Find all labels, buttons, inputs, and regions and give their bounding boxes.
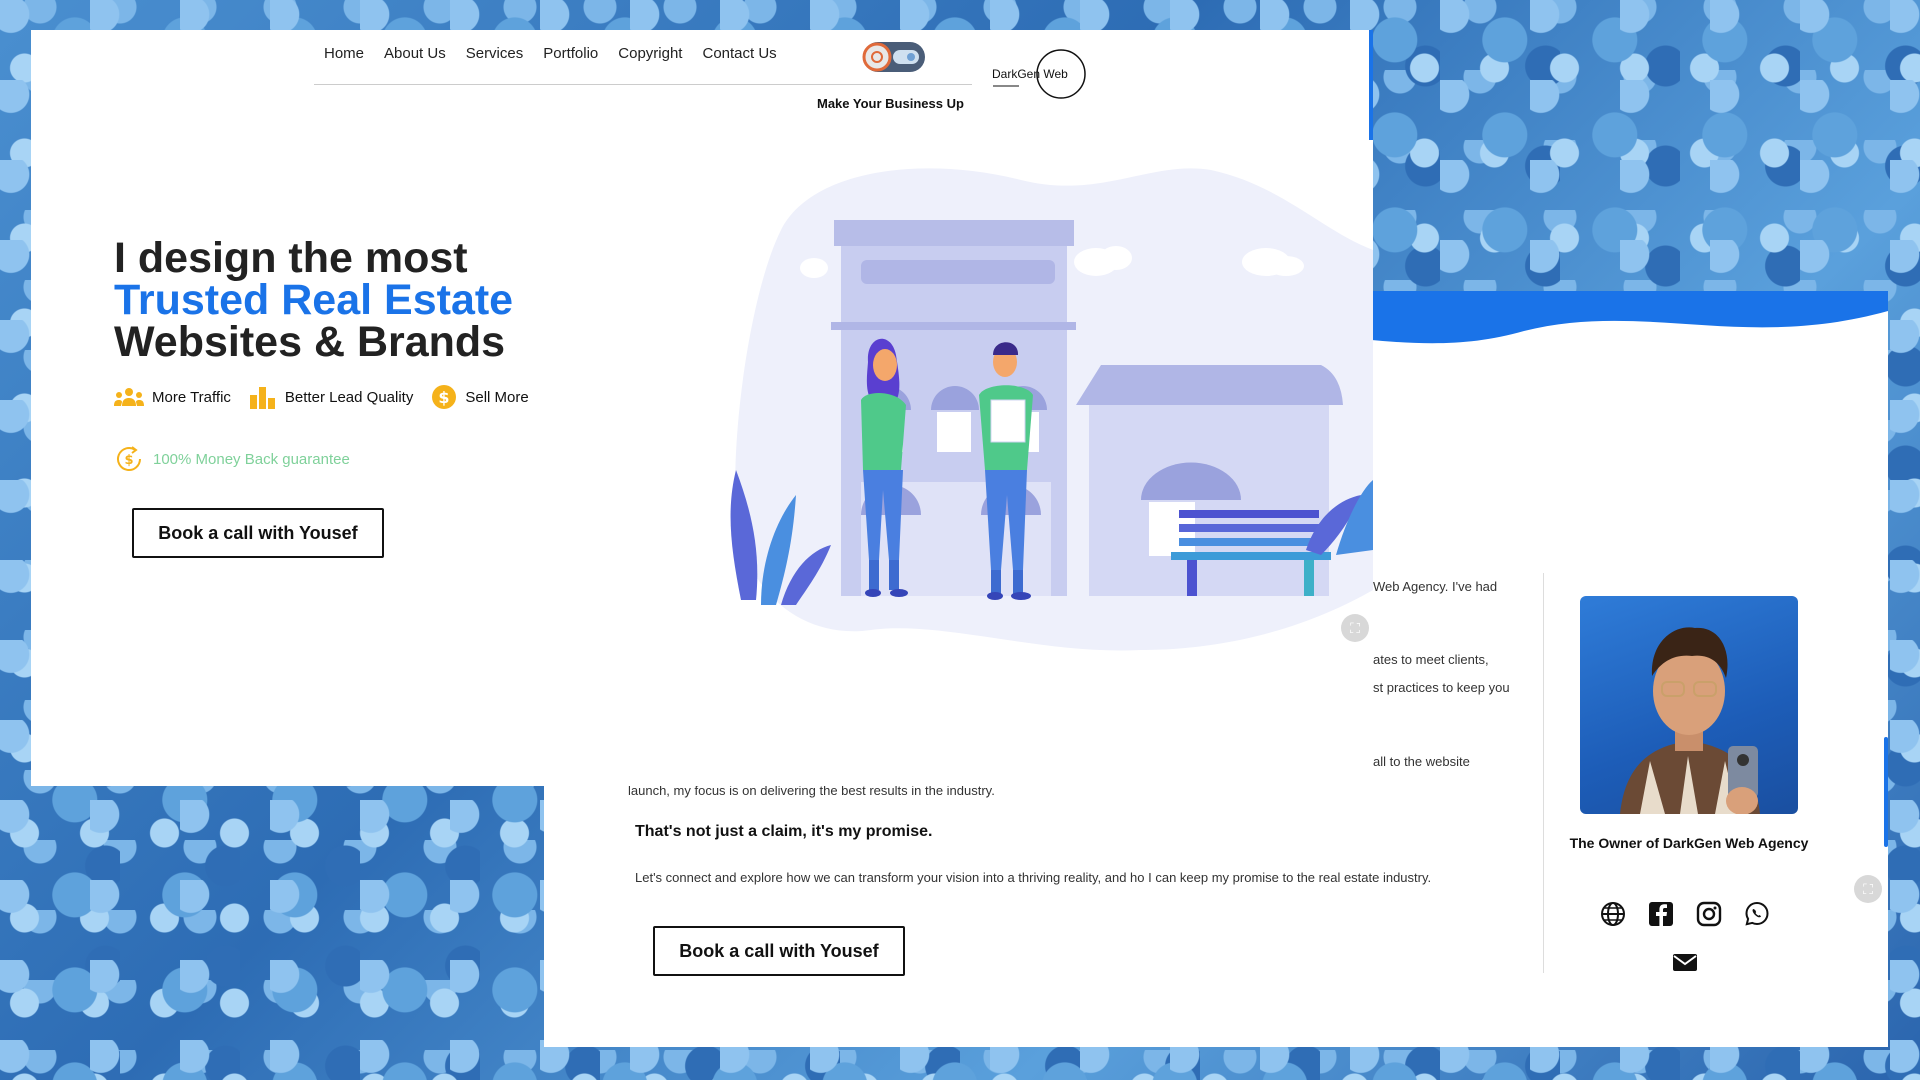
column-divider	[1543, 573, 1544, 973]
scrollbar-thumb[interactable]	[1884, 737, 1888, 847]
svg-text:$: $	[124, 453, 133, 468]
bar-chart-icon	[249, 387, 275, 409]
money-back-icon: $	[117, 446, 141, 471]
hero-section-window: Home About Us Services Portfolio Copyrig…	[31, 30, 1373, 786]
book-call-button[interactable]: Book a call with Yousef	[132, 508, 384, 558]
guarantee-label: 100% Money Back guarantee	[153, 450, 350, 468]
nav-home[interactable]: Home	[314, 40, 374, 68]
scan-icon[interactable]: ⛶	[1341, 614, 1369, 642]
owner-caption: The Owner of DarkGen Web Agency	[1569, 835, 1809, 851]
promise-heading: That's not just a claim, it's my promise…	[635, 823, 933, 840]
hero-title-line: I design the most	[114, 234, 468, 282]
feature-label: Better Lead Quality	[284, 388, 414, 406]
hero-title-accent: Trusted Real Estate	[114, 276, 514, 324]
feature-item: $ Sell More	[431, 384, 529, 410]
whatsapp-icon[interactable]	[1744, 901, 1770, 927]
nav-portfolio[interactable]: Portfolio	[533, 40, 608, 68]
nav-copyright[interactable]: Copyright	[608, 40, 692, 68]
nav-divider	[314, 84, 972, 85]
scrollbar-thumb[interactable]	[1369, 30, 1373, 140]
bio-fragment: ates to meet clients,	[1373, 652, 1489, 667]
facebook-icon[interactable]	[1648, 901, 1674, 927]
feature-label: More Traffic	[152, 388, 231, 406]
scan-icon[interactable]: ⛶	[1854, 875, 1882, 903]
feature-item: More Traffic	[114, 387, 231, 407]
bio-fragment: st practices to keep you	[1373, 680, 1510, 695]
instagram-icon[interactable]	[1696, 901, 1722, 927]
globe-icon[interactable]	[1600, 901, 1626, 927]
main-nav: Home About Us Services Portfolio Copyrig…	[314, 40, 787, 68]
nav-services[interactable]: Services	[456, 40, 534, 68]
bio-fragment: Web Agency. I've had	[1373, 579, 1498, 594]
nav-contact-us[interactable]: Contact Us	[692, 40, 786, 68]
connect-paragraph: Let's connect and explore how we can tra…	[635, 870, 1432, 885]
owner-photo	[1580, 596, 1798, 814]
email-icon[interactable]	[1672, 949, 1698, 975]
feature-label: Sell More	[465, 388, 529, 406]
hero-headline: I design the most Trusted Real Estate We…	[114, 234, 514, 366]
real-estate-illustration	[730, 168, 1373, 651]
bio-fragment: all to the website	[1373, 754, 1470, 769]
dollar-coin-icon: $	[432, 385, 457, 409]
money-back-guarantee: $ 100% Money Back guarantee	[114, 444, 350, 474]
brand-logo-text: DarkGen Web	[992, 67, 1068, 81]
logo-icon[interactable]	[859, 36, 929, 76]
feature-item: Better Lead Quality	[249, 385, 413, 409]
tagline: Make Your Business Up	[817, 96, 964, 111]
feature-list: More Traffic Better Lead Quality $ Sell …	[114, 384, 547, 410]
hero-title-line: Websites & Brands	[114, 318, 506, 366]
svg-text:$: $	[439, 388, 450, 407]
people-icon	[114, 388, 144, 406]
book-call-button[interactable]: Book a call with Yousef	[653, 926, 905, 976]
nav-about-us[interactable]: About Us	[374, 40, 456, 68]
